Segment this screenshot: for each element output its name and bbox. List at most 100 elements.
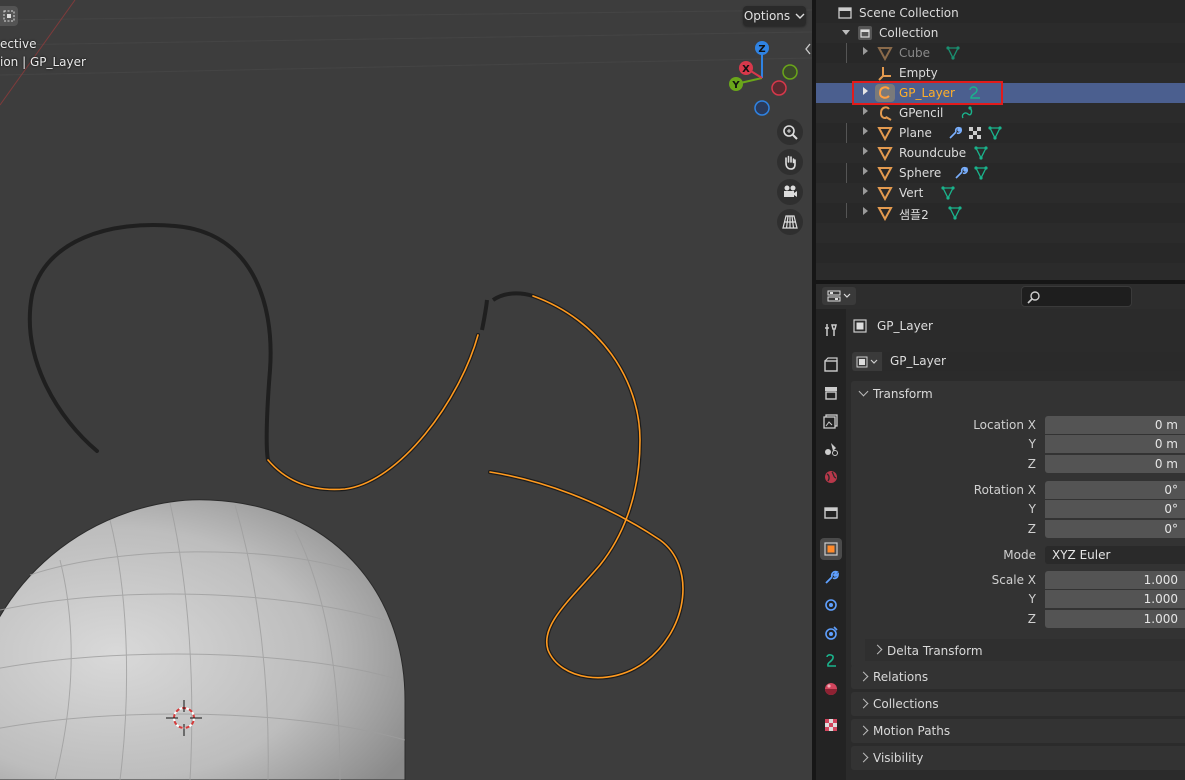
outliner-item-plane[interactable]: Plane: [816, 123, 1185, 143]
location-y-field[interactable]: 0 m: [1045, 435, 1185, 453]
properties-tabs: [816, 309, 846, 780]
mesh-data-icon[interactable]: [947, 205, 963, 221]
expand-toggle[interactable]: [863, 187, 868, 195]
outliner-item-vert[interactable]: Vert: [816, 183, 1185, 203]
mesh-data-icon[interactable]: [987, 125, 1003, 141]
rotation-x-label: Rotation X: [973, 483, 1036, 497]
visibility-panel[interactable]: Visibility: [851, 746, 1185, 770]
3d-viewport[interactable]: ective ion | GP_Layer Options Z X Y: [0, 0, 812, 780]
mesh-icon: [877, 147, 893, 161]
expand-toggle[interactable]: [863, 147, 868, 155]
scale-z-field[interactable]: 1.000: [1045, 610, 1185, 628]
outliner-row-scene-collection[interactable]: Scene Collection: [816, 3, 1185, 23]
view-name-label: ective: [0, 37, 37, 51]
outliner-item-sample2[interactable]: 샘플2: [816, 203, 1185, 223]
expand-toggle[interactable]: [863, 127, 868, 135]
collection-tab-icon[interactable]: [820, 502, 842, 524]
svg-text:Z: Z: [758, 44, 765, 55]
options-dropdown[interactable]: Options: [743, 6, 806, 26]
scene-collection-icon: [838, 7, 852, 19]
rotation-z-field[interactable]: 0°: [1045, 520, 1185, 538]
svg-text:X: X: [742, 64, 750, 75]
motion-paths-panel[interactable]: Motion Paths: [851, 719, 1185, 743]
gpencil-data-icon[interactable]: [959, 105, 975, 121]
view-layer-tab-icon[interactable]: [820, 410, 842, 432]
wrench-modifier-icon[interactable]: [947, 125, 963, 141]
physics-tab-icon[interactable]: [820, 622, 842, 644]
collections-panel[interactable]: Collections: [851, 692, 1185, 716]
floor-grid: [0, 9, 812, 76]
expand-toggle[interactable]: [842, 30, 850, 35]
particles-tab-icon[interactable]: [820, 594, 842, 616]
mesh-data-icon[interactable]: [973, 145, 989, 161]
outliner[interactable]: Scene Collection Collection Cube Empty G…: [816, 0, 1185, 280]
highlight-annotation-box: [852, 81, 1003, 105]
location-z-label: Z: [1027, 457, 1036, 471]
tool-tab-icon[interactable]: [820, 319, 842, 341]
object-icon: [853, 319, 867, 333]
outliner-item-empty[interactable]: Empty: [816, 63, 1185, 83]
output-tab-icon[interactable]: [820, 382, 842, 404]
rotation-y-field[interactable]: 0°: [1045, 500, 1185, 518]
expand-toggle[interactable]: [863, 207, 868, 215]
wrench-modifier-icon[interactable]: [953, 165, 969, 181]
expand-toggle[interactable]: [863, 47, 868, 55]
object-name-field[interactable]: GP_Layer: [883, 352, 1185, 371]
scale-x-field[interactable]: 1.000: [1045, 571, 1185, 589]
modifier-tab-icon[interactable]: [820, 566, 842, 588]
outliner-item-gpencil[interactable]: GPencil: [816, 103, 1185, 123]
grid-perspective-icon[interactable]: [777, 209, 803, 235]
navigation-gizmo[interactable]: Z X Y: [722, 36, 812, 121]
search-icon: [1027, 291, 1040, 304]
world-tab-icon[interactable]: [820, 466, 842, 488]
gpencil-stroke-black: [27, 223, 273, 462]
expand-toggle[interactable]: [863, 107, 868, 115]
outliner-empty-row: [816, 263, 1185, 280]
object-browse-dropdown[interactable]: [852, 352, 882, 371]
checker-material-icon[interactable]: [967, 125, 983, 141]
expand-toggle[interactable]: [863, 167, 868, 175]
scale-y-field[interactable]: 1.000: [1045, 590, 1185, 608]
scene-tab-icon[interactable]: [820, 438, 842, 460]
mesh-icon: [877, 167, 893, 181]
rotation-x-field[interactable]: 0°: [1045, 481, 1185, 499]
hand-pan-icon[interactable]: [777, 149, 803, 175]
render-tab-icon[interactable]: [820, 354, 842, 376]
properties-editor: GP_Layer GP_Layer Transform Location X 0…: [846, 309, 1185, 780]
editor-type-dropdown[interactable]: [822, 287, 856, 305]
material-tab-icon[interactable]: [820, 678, 842, 700]
object-tab-icon[interactable]: [820, 538, 842, 560]
relations-panel[interactable]: Relations: [851, 665, 1185, 689]
delta-transform-subpanel[interactable]: Delta Transform: [865, 639, 1185, 661]
transform-panel-header[interactable]: Transform: [851, 381, 1185, 407]
object-name-label: GP_Layer: [877, 319, 933, 333]
zoom-icon[interactable]: [777, 119, 803, 145]
rotation-mode-dropdown[interactable]: XYZ Euler: [1045, 546, 1185, 564]
sphere-object: [0, 499, 406, 780]
location-x-label: Location X: [973, 418, 1036, 432]
mesh-icon: [877, 187, 893, 201]
object-data-gpencil-tab-icon[interactable]: [820, 650, 842, 672]
mesh-data-icon[interactable]: [940, 185, 956, 201]
location-z-field[interactable]: 0 m: [1045, 455, 1185, 473]
mesh-data-icon[interactable]: [945, 45, 961, 61]
mesh-icon: [877, 207, 893, 221]
chevron-down-icon: [858, 386, 869, 397]
outliner-item-cube[interactable]: Cube: [816, 43, 1185, 63]
mesh-data-icon[interactable]: [973, 165, 989, 181]
mesh-icon: [877, 127, 893, 141]
outliner-item-roundcube[interactable]: Roundcube: [816, 143, 1185, 163]
outliner-empty-row: [816, 223, 1185, 243]
collection-icon: [858, 26, 872, 40]
texture-tab-icon[interactable]: [820, 714, 842, 736]
camera-icon[interactable]: [777, 179, 803, 205]
select-box-icon[interactable]: [0, 6, 18, 26]
svg-text:Y: Y: [731, 80, 740, 91]
location-x-field[interactable]: 0 m: [1045, 416, 1185, 434]
search-input[interactable]: [1021, 286, 1132, 307]
outliner-item-sphere[interactable]: Sphere: [816, 163, 1185, 183]
outliner-row-collection[interactable]: Collection: [816, 23, 1185, 43]
chevron-down-icon: [843, 293, 851, 298]
chevron-right-icon: [872, 644, 883, 655]
active-object-label: ion | GP_Layer: [0, 55, 86, 69]
